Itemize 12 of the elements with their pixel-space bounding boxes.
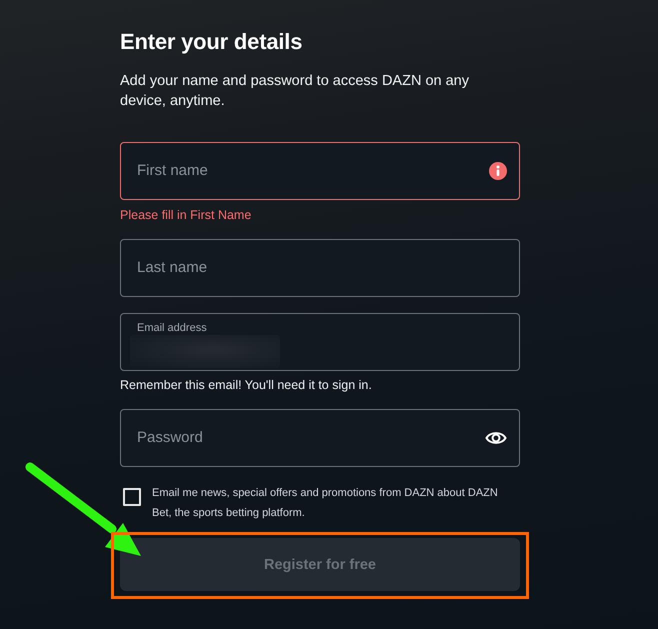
intro-text: Add your name and password to access DAZN on any device, anytime. (120, 72, 470, 111)
email-field[interactable]: Email address (120, 313, 520, 371)
eye-icon (485, 430, 507, 446)
password-field[interactable]: Password (120, 409, 520, 467)
marketing-checkbox[interactable] (123, 488, 141, 506)
checkbox-label: Email me news, special offers and promotions from DAZN about DAZN Bet, the sports betting platform. (152, 486, 499, 521)
error-message: Please fill in First Name (120, 207, 252, 223)
text-field[interactable]: First name (120, 142, 520, 200)
text-field[interactable]: Last name (120, 239, 520, 297)
page-heading: Enter your details (120, 28, 302, 56)
info-icon (489, 162, 507, 180)
helper-text: Remember this email! You'll need it to sign in. (120, 377, 372, 393)
